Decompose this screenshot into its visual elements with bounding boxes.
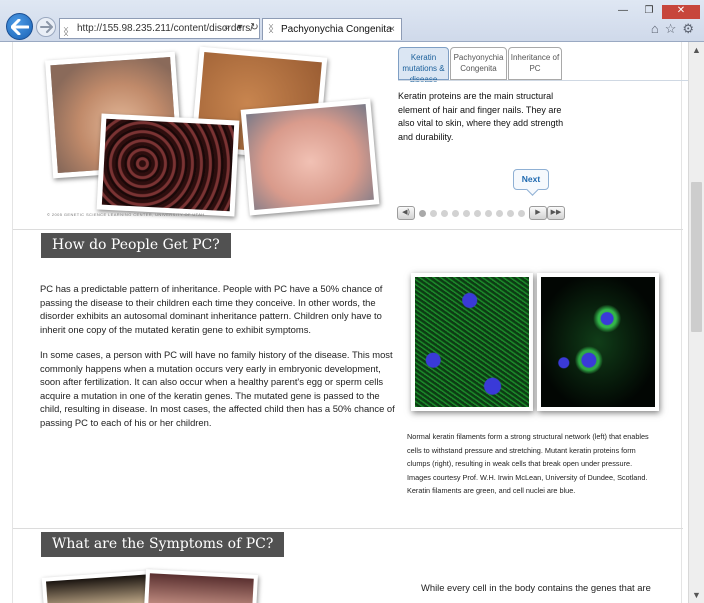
page-viewport: © 2005 GENETIC SCIENCE LEARNING CENTER, … (0, 42, 688, 603)
tab-keratin-mutations[interactable]: Keratin mutations & disease (398, 47, 449, 84)
tab-pachyonychia-congenita[interactable]: ᛝ Pachyonychia Congenita × (262, 18, 402, 40)
section-divider (13, 528, 683, 529)
tab-close-icon[interactable]: × (389, 19, 395, 40)
micrograph-caption: Normal keratin filaments form a strong s… (407, 432, 649, 496)
home-icon[interactable]: ⌂ (651, 21, 659, 36)
tab-title: Pachyonychia Congenita (281, 24, 392, 35)
photo-symptom-2 (144, 569, 258, 603)
minimize-button[interactable]: — (610, 5, 636, 19)
slide-dot[interactable] (474, 210, 481, 217)
slide-dot[interactable] (507, 210, 514, 217)
micrograph-mutant-keratin (537, 273, 659, 411)
keratin-interactive: © 2005 GENETIC SCIENCE LEARNING CENTER, … (35, 42, 688, 224)
slide-dot[interactable] (496, 210, 503, 217)
scroll-up-icon[interactable]: ▲ (692, 45, 701, 55)
close-window-button[interactable]: ✕ (662, 5, 700, 19)
slide-dot[interactable] (452, 210, 459, 217)
browser-chrome: ᛝ http://155.98.235.211/content/disorder… (0, 0, 704, 42)
site-favicon-icon: ᛝ (63, 27, 69, 38)
slide-dot[interactable] (430, 210, 437, 217)
scroll-thumb[interactable] (691, 182, 702, 332)
tab-inheritance-of-pc[interactable]: Inheritance of PC (508, 47, 562, 80)
copyright-text: © 2005 GENETIC SCIENCE LEARNING CENTER, … (47, 212, 205, 217)
settings-gear-icon[interactable]: ⚙ (682, 21, 694, 36)
slide-dot[interactable] (419, 210, 426, 217)
tab-underline (398, 80, 688, 81)
forward-button[interactable] (36, 17, 56, 37)
tab-favicon-icon: ᛝ (268, 24, 274, 35)
favorites-star-icon[interactable]: ☆ (665, 21, 677, 36)
interactive-description: Keratin proteins are the main structural… (398, 91, 564, 142)
fast-forward-icon: ▶▶ (550, 209, 562, 216)
tab-pachyonychia-congenita-info[interactable]: Pachyonychia Congenita (450, 47, 507, 80)
heading-how-people-get-pc: How do People Get PC? (41, 233, 231, 258)
play-icon: ▶ (535, 209, 541, 216)
play-button[interactable]: ▶ (529, 206, 547, 220)
scroll-down-icon[interactable]: ▼ (692, 590, 701, 600)
fast-forward-button[interactable]: ▶▶ (547, 206, 565, 220)
audio-toggle-button[interactable]: ◀) (397, 206, 415, 220)
speaker-icon: ◀) (402, 209, 410, 216)
next-button[interactable]: Next (513, 169, 549, 190)
toolbar-icons: ⌂ ☆ ⚙ (645, 21, 694, 37)
photo-feet (240, 98, 380, 216)
maximize-button[interactable]: ❐ (636, 5, 662, 19)
symptoms-intro-text: While every cell in the body contains th… (421, 582, 651, 593)
address-tools: ⌕ ▾ ↻ (224, 22, 264, 33)
slide-dot[interactable] (518, 210, 525, 217)
slide-dot[interactable] (463, 210, 470, 217)
vertical-scrollbar[interactable]: ▲ ▼ (688, 42, 704, 603)
forward-arrow-icon (40, 21, 53, 33)
search-icon[interactable]: ⌕ (224, 22, 230, 33)
micrograph-normal-keratin (411, 273, 533, 411)
dropdown-icon[interactable]: ▾ (237, 22, 242, 33)
back-arrow-icon (11, 19, 29, 35)
slide-dot[interactable] (485, 210, 492, 217)
inheritance-paragraph-2: In some cases, a person with PC will hav… (40, 349, 395, 428)
inheritance-paragraph-1: PC has a predictable pattern of inherita… (40, 283, 383, 335)
slide-dot[interactable] (441, 210, 448, 217)
window-controls: — ❐ ✕ (610, 0, 700, 19)
refresh-icon[interactable]: ↻ (250, 22, 258, 33)
photo-symptom-1 (41, 570, 153, 603)
page-content: © 2005 GENETIC SCIENCE LEARNING CENTER, … (12, 42, 688, 603)
back-button[interactable] (6, 13, 33, 40)
slide-player-controls: ◀) ▶ ▶▶ (397, 206, 565, 220)
heading-symptoms-of-pc: What are the Symptoms of PC? (41, 532, 285, 557)
photo-hair (96, 113, 240, 217)
section-divider (13, 229, 683, 230)
